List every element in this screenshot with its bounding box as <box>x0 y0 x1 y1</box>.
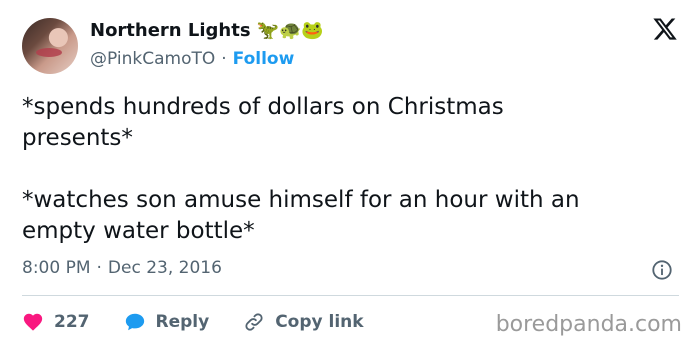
info-icon[interactable] <box>651 259 673 281</box>
likes-count: 227 <box>54 312 90 332</box>
handle-separator: · <box>221 49 227 69</box>
reply-button[interactable]: Reply <box>124 311 210 333</box>
like-button[interactable]: 227 <box>22 311 90 333</box>
meta-separator: · <box>96 258 102 278</box>
watermark: boredpanda.com <box>495 312 682 337</box>
copy-link-label: Copy link <box>275 312 364 332</box>
heart-icon <box>23 313 43 331</box>
author-display-name[interactable]: Northern Lights <box>90 20 251 41</box>
speech-bubble-icon <box>125 313 144 331</box>
tweet-date[interactable]: Dec 23, 2016 <box>108 258 222 278</box>
divider <box>22 295 679 296</box>
avatar[interactable] <box>22 18 78 74</box>
author-emojis: 🦖🐢🐸 <box>256 19 324 41</box>
reply-label: Reply <box>155 312 210 332</box>
tweet-meta: 8:00 PM · Dec 23, 2016 <box>22 258 222 278</box>
tweet-text: *spends hundreds of dollars on Christmas… <box>22 94 580 244</box>
author-name-row: Northern Lights 🦖🐢🐸 <box>90 20 324 41</box>
copy-link-button[interactable]: Copy link <box>243 311 364 333</box>
x-logo-icon[interactable] <box>652 16 678 42</box>
link-icon <box>245 313 263 331</box>
follow-button[interactable]: Follow <box>233 49 295 69</box>
author-handle[interactable]: @PinkCamoTO <box>90 49 215 69</box>
author-handle-row: @PinkCamoTO · Follow <box>90 49 294 69</box>
action-bar: 227 Reply Copy link <box>22 310 398 334</box>
tweet-time[interactable]: 8:00 PM <box>22 258 91 278</box>
